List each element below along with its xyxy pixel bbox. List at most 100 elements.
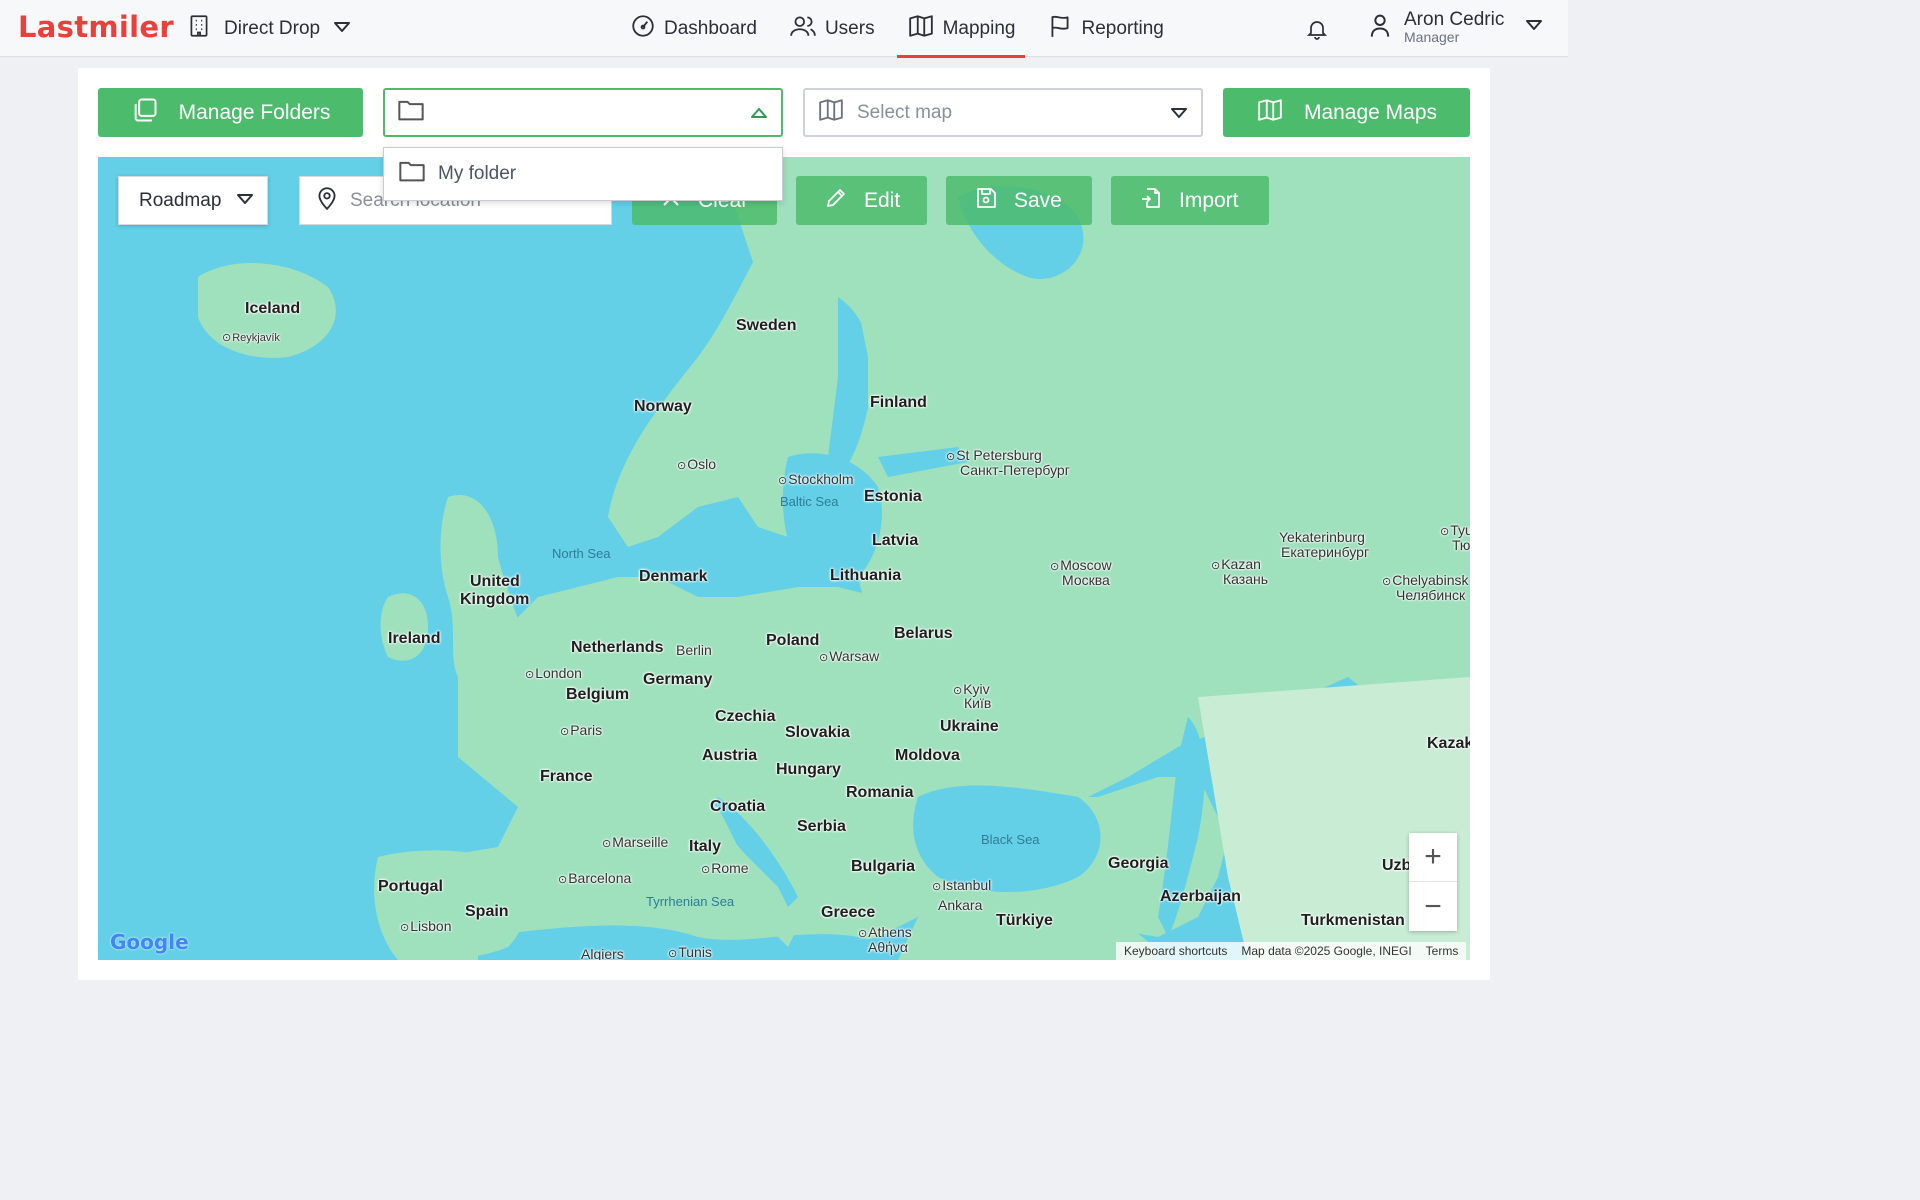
map-label: North Sea: [552, 546, 611, 561]
notifications-bell-icon[interactable]: [1302, 14, 1332, 44]
map-label: Iceland: [245, 300, 301, 317]
map-label: Yekaterinburg: [1279, 529, 1365, 545]
keyboard-shortcuts-link[interactable]: Keyboard shortcuts: [1124, 944, 1227, 958]
map-label: Warsaw: [819, 648, 879, 664]
map-label: Turkmenistan: [1301, 912, 1405, 929]
map-label: Tyu: [1440, 522, 1470, 538]
file-import-icon: [1139, 185, 1163, 217]
map-label: Москва: [1062, 572, 1110, 588]
map-label: Челябинск: [1396, 587, 1466, 603]
map-label: Barcelona: [558, 870, 631, 886]
map-label: Oslo: [677, 456, 716, 472]
manage-maps-button[interactable]: Manage Maps: [1223, 88, 1470, 137]
folder-dropdown-menu: My folder: [383, 147, 783, 201]
save-label: Save: [1014, 188, 1062, 212]
organization-switcher[interactable]: Direct Drop: [186, 14, 352, 44]
nav-label: Mapping: [942, 17, 1016, 39]
map-label: Estonia: [864, 488, 922, 505]
map-label: Berlin: [676, 642, 712, 658]
map-label: Denmark: [639, 568, 708, 585]
nav-users[interactable]: Users: [779, 0, 885, 57]
nav-dashboard[interactable]: Dashboard: [620, 0, 767, 57]
users-icon: [789, 13, 817, 45]
map-label: Ireland: [388, 630, 441, 647]
map-label: Portugal: [378, 878, 443, 895]
map-label: Moscow: [1050, 557, 1111, 573]
map-label: Algiers: [581, 946, 624, 960]
edit-button[interactable]: Edit: [796, 176, 927, 225]
google-logo-text: Google: [110, 930, 189, 954]
map-label: Hungary: [776, 761, 841, 778]
chevron-up-icon: [749, 106, 769, 125]
building-icon: [186, 13, 212, 45]
floppy-disk-icon: [974, 186, 998, 216]
map-canvas[interactable]: Iceland Reykjavík Sweden Norway Finland …: [98, 157, 1470, 960]
map-label: Київ: [964, 695, 992, 711]
map-label: Tyrrhenian Sea: [646, 894, 735, 909]
user-avatar-icon: [1366, 11, 1394, 44]
flag-icon: [1047, 13, 1073, 45]
dashboard-icon: [630, 13, 656, 45]
map-label: Azerbaijan: [1160, 888, 1241, 905]
user-menu[interactable]: Aron Cedric Manager: [1366, 10, 1544, 45]
pencil-icon: [824, 186, 848, 216]
map-label: Екатеринбург: [1281, 544, 1370, 560]
map-label: Chelyabinsk: [1382, 572, 1468, 588]
map-label: Serbia: [797, 818, 846, 835]
map-label: Αθήνα: [868, 939, 909, 955]
map-label: London: [525, 665, 582, 681]
chevron-down-icon: [332, 18, 352, 40]
map-label: Georgia: [1108, 855, 1169, 872]
map-label: Bulgaria: [851, 858, 916, 875]
folder-select[interactable]: [383, 88, 783, 137]
map-label: Croatia: [710, 798, 766, 815]
edit-label: Edit: [864, 188, 901, 212]
user-role: Manager: [1404, 28, 1460, 45]
nav-mapping[interactable]: Mapping: [896, 0, 1026, 58]
map-label: Kazak: [1427, 735, 1470, 752]
app-logo[interactable]: Lastmiler: [18, 10, 174, 44]
manage-folders-label: Manage Folders: [178, 100, 331, 124]
map-label: Austria: [702, 747, 758, 764]
map-label: Uzb: [1382, 857, 1412, 874]
map-label: Poland: [766, 632, 820, 649]
folders-icon: [131, 96, 159, 130]
map-label: Romania: [846, 784, 914, 801]
map-label: Germany: [643, 671, 713, 688]
manage-folders-button[interactable]: Manage Folders: [98, 88, 363, 137]
folder-option[interactable]: My folder: [384, 148, 782, 200]
map-label: Slovakia: [785, 724, 850, 741]
map-label: Black Sea: [981, 832, 1040, 847]
map-label: Istanbul: [932, 877, 991, 893]
map-label: Lisbon: [400, 918, 451, 934]
map-type-select[interactable]: Roadmap: [118, 176, 268, 225]
manage-maps-label: Manage Maps: [1303, 100, 1438, 124]
map-label: Lithuania: [830, 567, 902, 584]
map-label: Kingdom: [460, 591, 530, 608]
map-label: Rome: [701, 860, 748, 876]
google-logo[interactable]: Google: [110, 930, 189, 954]
map-background: [198, 157, 1470, 960]
map-type-value: Roadmap: [139, 189, 222, 211]
terms-link[interactable]: Terms: [1426, 944, 1459, 958]
save-button[interactable]: Save: [946, 176, 1092, 225]
map-label: Moldova: [895, 747, 960, 764]
nav-label: Reporting: [1081, 17, 1164, 39]
map-icon: [817, 97, 845, 128]
zoom-in-button[interactable]: +: [1409, 833, 1457, 882]
map-label: Paris: [560, 722, 602, 738]
map-label: Netherlands: [571, 639, 664, 656]
map-label: Sweden: [736, 317, 797, 334]
map-label: St Petersburg: [946, 447, 1042, 463]
user-name: Aron Cedric: [1404, 9, 1505, 30]
map-select[interactable]: Select map: [803, 88, 1203, 137]
top-nav-bar: Lastmiler Direct Drop Dashboard Users Ma…: [0, 0, 1568, 58]
zoom-out-button[interactable]: −: [1409, 882, 1457, 931]
import-label: Import: [1179, 188, 1239, 212]
organization-name: Direct Drop: [224, 18, 321, 39]
map-label: Тю: [1452, 537, 1470, 553]
chevron-down-icon: [1169, 106, 1189, 125]
nav-reporting[interactable]: Reporting: [1037, 0, 1173, 57]
map-label: Latvia: [872, 532, 919, 549]
import-button[interactable]: Import: [1111, 176, 1269, 225]
